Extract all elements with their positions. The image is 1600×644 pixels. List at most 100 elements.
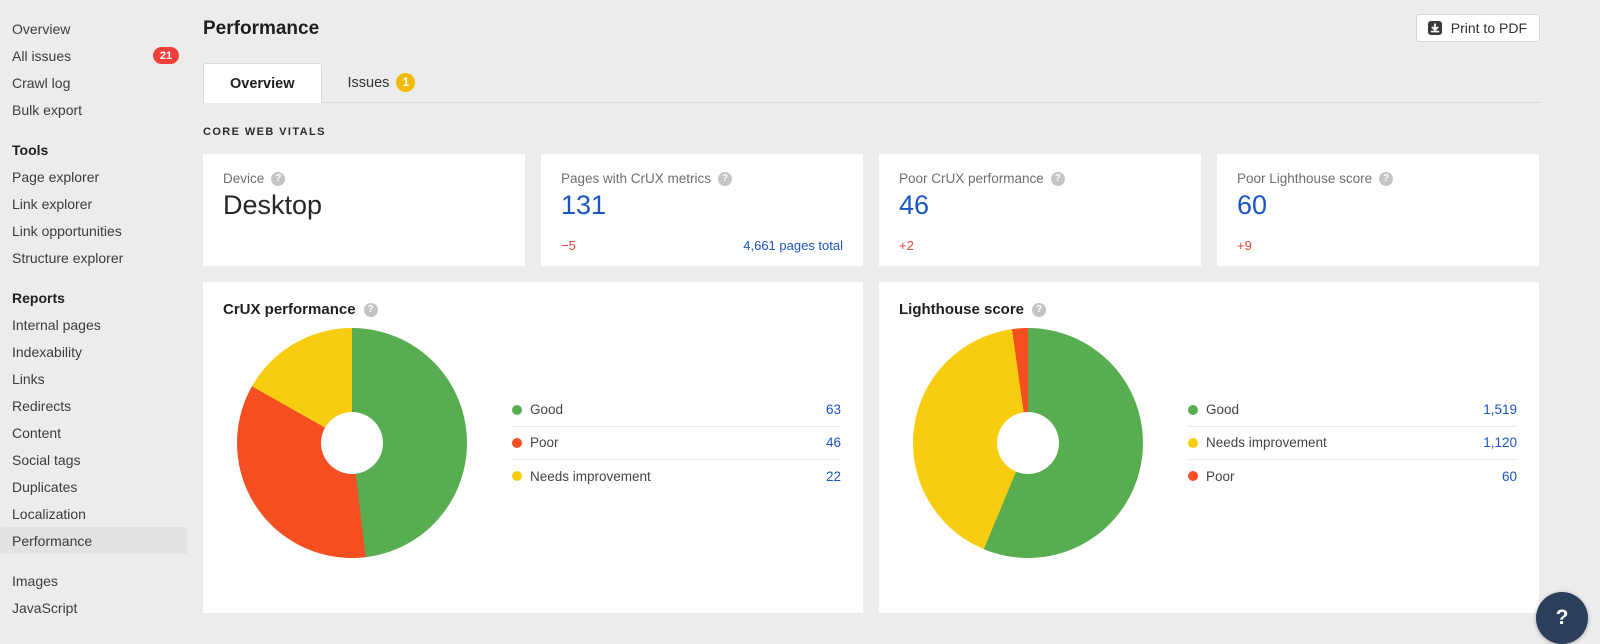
sidebar-group-assets: Images JavaScript bbox=[0, 567, 187, 621]
stat-card-footer: +2 bbox=[899, 238, 1181, 253]
legend-row-poor: Poor 60 bbox=[1188, 460, 1517, 493]
print-pdf-label: Print to PDF bbox=[1451, 20, 1527, 36]
device-value: Desktop bbox=[223, 189, 505, 221]
tab-issues-count-badge: 1 bbox=[396, 73, 415, 92]
print-to-pdf-button[interactable]: Print to PDF bbox=[1416, 14, 1540, 42]
sidebar-item-internal-pages[interactable]: Internal pages bbox=[0, 311, 187, 338]
legend-label: Poor bbox=[1188, 469, 1235, 484]
tab-bar: Overview Issues 1 bbox=[203, 63, 1540, 103]
legend-value-link[interactable]: 46 bbox=[826, 435, 841, 450]
chart-body: Good 63 Poor 46 Needs bbox=[223, 328, 843, 558]
sidebar-item-label: Links bbox=[12, 371, 45, 387]
legend-value-link[interactable]: 60 bbox=[1502, 469, 1517, 484]
legend-row-poor: Poor 46 bbox=[512, 427, 841, 460]
page-title: Performance bbox=[203, 18, 319, 40]
needs-improvement-dot-icon bbox=[1188, 438, 1198, 448]
sidebar-item-label: Images bbox=[12, 573, 58, 589]
legend-value-link[interactable]: 1,519 bbox=[1483, 402, 1517, 417]
sidebar-item-page-explorer[interactable]: Page explorer bbox=[0, 163, 187, 190]
poor-dot-icon bbox=[512, 438, 522, 448]
sidebar-item-link-opportunities[interactable]: Link opportunities bbox=[0, 217, 187, 244]
sidebar-item-all-issues[interactable]: All issues 21 bbox=[0, 42, 187, 69]
page-header: Performance Print to PDF bbox=[203, 14, 1540, 42]
donut-hole bbox=[321, 412, 383, 474]
delta-value: +9 bbox=[1237, 238, 1252, 253]
sidebar-item-label: Internal pages bbox=[12, 317, 101, 333]
tab-label: Issues bbox=[348, 75, 390, 91]
crux-legend: Good 63 Poor 46 Needs bbox=[512, 394, 841, 493]
delta-value: +2 bbox=[899, 238, 914, 253]
sidebar-item-social-tags[interactable]: Social tags bbox=[0, 446, 187, 473]
help-icon[interactable]: ? bbox=[364, 303, 378, 317]
stat-card-label: Device ? bbox=[223, 171, 505, 186]
help-icon[interactable]: ? bbox=[1051, 172, 1065, 186]
sidebar-item-bulk-export[interactable]: Bulk export bbox=[0, 96, 187, 123]
chart-title: CrUX performance ? bbox=[223, 301, 843, 318]
stat-card-label: Poor CrUX performance ? bbox=[899, 171, 1181, 186]
stat-card-pages-with-crux: Pages with CrUX metrics ? 131 −5 4,661 p… bbox=[541, 154, 863, 266]
sidebar-item-images[interactable]: Images bbox=[0, 567, 187, 594]
legend-value-link[interactable]: 63 bbox=[826, 402, 841, 417]
crux-performance-chart-card: CrUX performance ? Good 63 bbox=[203, 282, 863, 613]
lighthouse-score-chart-card: Lighthouse score ? Good 1,519 bbox=[879, 282, 1539, 613]
stat-card-poor-lighthouse: Poor Lighthouse score ? 60 +9 bbox=[1217, 154, 1539, 266]
chart-title: Lighthouse score ? bbox=[899, 301, 1519, 318]
sidebar-header-tools: Tools bbox=[0, 136, 187, 163]
sidebar-item-label: Indexability bbox=[12, 344, 82, 360]
sidebar-item-indexability[interactable]: Indexability bbox=[0, 338, 187, 365]
legend-value-link[interactable]: 1,120 bbox=[1483, 435, 1517, 450]
main-content: Performance Print to PDF Overview Issues… bbox=[203, 0, 1540, 613]
pages-with-crux-value[interactable]: 131 bbox=[561, 189, 843, 221]
sidebar-item-performance[interactable]: Performance bbox=[0, 527, 187, 554]
legend-label: Needs improvement bbox=[1188, 435, 1327, 450]
sidebar-header-reports: Reports bbox=[0, 284, 187, 311]
issues-count-badge: 21 bbox=[153, 47, 179, 64]
sidebar-item-label: Duplicates bbox=[12, 479, 77, 495]
stat-card-label: Poor Lighthouse score ? bbox=[1237, 171, 1519, 186]
crux-donut-chart[interactable] bbox=[237, 328, 467, 558]
legend-label: Needs improvement bbox=[512, 469, 651, 484]
poor-dot-icon bbox=[1188, 471, 1198, 481]
lighthouse-legend: Good 1,519 Needs improvement 1,120 bbox=[1188, 394, 1517, 493]
help-icon[interactable]: ? bbox=[1379, 172, 1393, 186]
pages-total-link[interactable]: 4,661 pages total bbox=[743, 238, 843, 253]
delta-value: −5 bbox=[561, 238, 576, 253]
stat-card-device: Device ? Desktop bbox=[203, 154, 525, 266]
sidebar-item-link-explorer[interactable]: Link explorer bbox=[0, 190, 187, 217]
sidebar-item-label: Crawl log bbox=[12, 75, 70, 91]
sidebar-item-label: Structure explorer bbox=[12, 250, 123, 266]
sidebar-item-localization[interactable]: Localization bbox=[0, 500, 187, 527]
sidebar-item-overview[interactable]: Overview bbox=[0, 15, 187, 42]
sidebar: Overview All issues 21 Crawl log Bulk ex… bbox=[0, 0, 187, 634]
sidebar-item-duplicates[interactable]: Duplicates bbox=[0, 473, 187, 500]
help-icon[interactable]: ? bbox=[718, 172, 732, 186]
chart-body: Good 1,519 Needs improvement 1,120 bbox=[899, 328, 1519, 558]
tab-overview[interactable]: Overview bbox=[203, 63, 322, 103]
section-title-core-web-vitals: CORE WEB VITALS bbox=[203, 126, 1540, 138]
print-pdf-icon bbox=[1427, 20, 1443, 36]
sidebar-item-content[interactable]: Content bbox=[0, 419, 187, 446]
help-fab-button[interactable]: ? bbox=[1536, 592, 1588, 644]
help-icon[interactable]: ? bbox=[1032, 303, 1046, 317]
stat-card-footer: +9 bbox=[1237, 238, 1519, 253]
sidebar-item-redirects[interactable]: Redirects bbox=[0, 392, 187, 419]
sidebar-item-crawl-log[interactable]: Crawl log bbox=[0, 69, 187, 96]
legend-value-link[interactable]: 22 bbox=[826, 469, 841, 484]
sidebar-item-label: Performance bbox=[12, 533, 92, 549]
poor-lighthouse-value[interactable]: 60 bbox=[1237, 189, 1519, 221]
tab-issues[interactable]: Issues 1 bbox=[322, 63, 442, 102]
poor-crux-value[interactable]: 46 bbox=[899, 189, 1181, 221]
sidebar-item-structure-explorer[interactable]: Structure explorer bbox=[0, 244, 187, 271]
sidebar-item-label: Bulk export bbox=[12, 102, 82, 118]
lighthouse-donut-chart[interactable] bbox=[913, 328, 1143, 558]
chart-card-row: CrUX performance ? Good 63 bbox=[203, 282, 1540, 613]
tab-label: Overview bbox=[230, 76, 295, 92]
help-icon[interactable]: ? bbox=[271, 172, 285, 186]
sidebar-item-links[interactable]: Links bbox=[0, 365, 187, 392]
good-dot-icon bbox=[512, 405, 522, 415]
sidebar-item-label: Localization bbox=[12, 506, 86, 522]
sidebar-item-label: Social tags bbox=[12, 452, 80, 468]
sidebar-item-label: JavaScript bbox=[12, 600, 77, 616]
sidebar-item-javascript[interactable]: JavaScript bbox=[0, 594, 187, 621]
legend-row-good: Good 1,519 bbox=[1188, 394, 1517, 427]
